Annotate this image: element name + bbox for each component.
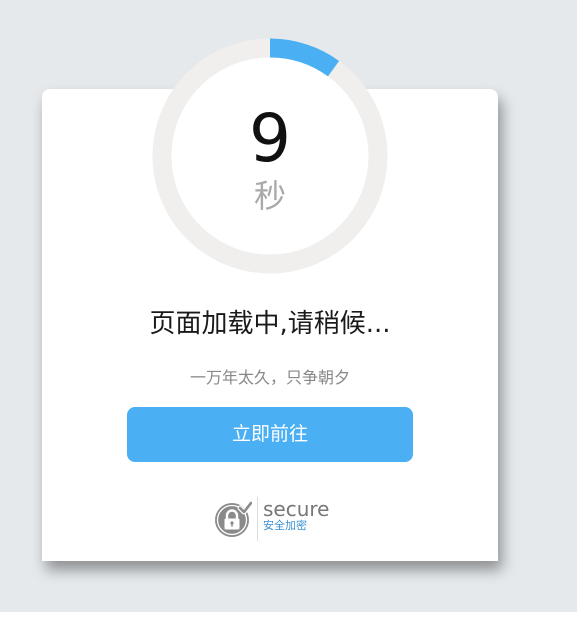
loading-subtitle: 一万年太久，只争朝夕 bbox=[189, 368, 350, 387]
loading-title-text: 页面加载中,请稍候... bbox=[149, 309, 391, 339]
badge-divider bbox=[257, 497, 258, 541]
countdown-value: 9 bbox=[249, 100, 291, 177]
secure-badge: secure 安全加密 bbox=[214, 497, 344, 541]
go-now-button[interactable]: 立即前往 bbox=[127, 407, 413, 462]
secure-label: secure bbox=[263, 497, 330, 521]
countdown-ring: 9 秒 bbox=[152, 38, 388, 274]
countdown-unit: 秒 bbox=[253, 177, 286, 215]
page-bottom-strip bbox=[0, 612, 577, 628]
lock-check-icon bbox=[215, 500, 252, 537]
secure-sublabel: 安全加密 bbox=[263, 519, 307, 532]
